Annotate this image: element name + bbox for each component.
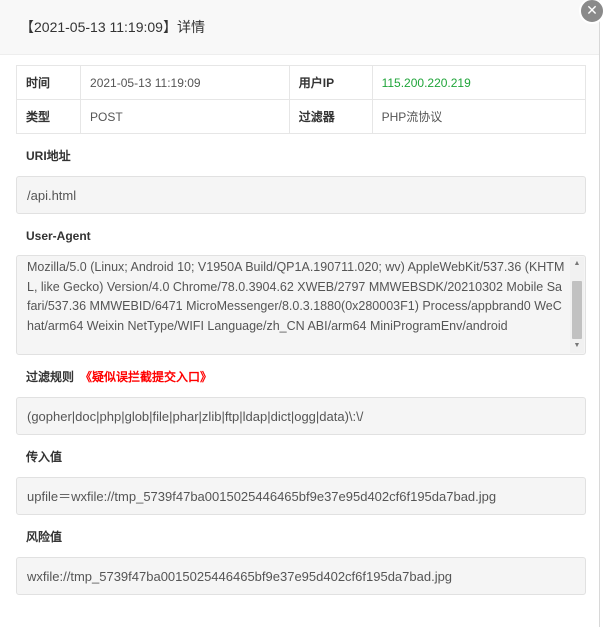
table-row: 时间 2021-05-13 11:19:09 用户IP 115.200.220.… — [15, 65, 587, 100]
filter-value: PHP流协议 — [371, 99, 587, 134]
detail-dialog: 【2021-05-13 11:19:09】详情 时间 2021-05-13 11… — [0, 0, 600, 627]
time-label: 时间 — [15, 65, 82, 100]
type-label: 类型 — [15, 99, 82, 134]
risk-label: 风险值 — [26, 530, 63, 544]
filter-label: 过滤器 — [288, 99, 373, 134]
vertical-scrollbar[interactable]: ▲ ▼ — [570, 257, 584, 353]
ip-label: 用户IP — [288, 65, 373, 100]
rule-label: 过滤规则 — [26, 370, 75, 384]
table-row: 类型 POST 过滤器 PHP流协议 — [15, 99, 587, 134]
close-icon[interactable]: ✕ — [579, 0, 605, 24]
risk-field[interactable]: wxfile://tmp_5739f47ba0015025446465bf9e3… — [16, 557, 586, 595]
scrollbar-thumb[interactable] — [572, 281, 582, 339]
type-value: POST — [80, 99, 290, 134]
uri-label: URI地址 — [26, 149, 71, 163]
ip-value: 115.200.220.219 — [371, 65, 587, 100]
user-agent-text: Mozilla/5.0 (Linux; Android 10; V1950A B… — [27, 260, 565, 333]
rule-field[interactable]: (gopher|doc|php|glob|file|phar|zlib|ftp|… — [16, 397, 586, 435]
dialog-title: 【2021-05-13 11:19:09】详情 — [20, 19, 205, 35]
user-agent-textarea[interactable]: Mozilla/5.0 (Linux; Android 10; V1950A B… — [16, 255, 586, 355]
time-value: 2021-05-13 11:19:09 — [80, 65, 290, 100]
user-agent-label: User-Agent — [26, 229, 91, 243]
dialog-content: 时间 2021-05-13 11:19:09 用户IP 115.200.220.… — [0, 55, 599, 595]
rule-label-row: 过滤规则 《疑似误拦截提交入口》 — [26, 370, 583, 384]
scroll-up-arrow-icon[interactable]: ▲ — [570, 257, 584, 271]
input-field[interactable]: upfile＝wxfile://tmp_5739f47ba00150254464… — [16, 477, 586, 515]
false-positive-link[interactable]: 《疑似误拦截提交入口》 — [80, 370, 212, 384]
uri-field[interactable]: /api.html — [16, 176, 586, 214]
dialog-header: 【2021-05-13 11:19:09】详情 — [0, 0, 599, 55]
info-table: 时间 2021-05-13 11:19:09 用户IP 115.200.220.… — [15, 65, 587, 134]
input-label: 传入值 — [26, 450, 63, 464]
scroll-down-arrow-icon[interactable]: ▼ — [570, 339, 584, 353]
